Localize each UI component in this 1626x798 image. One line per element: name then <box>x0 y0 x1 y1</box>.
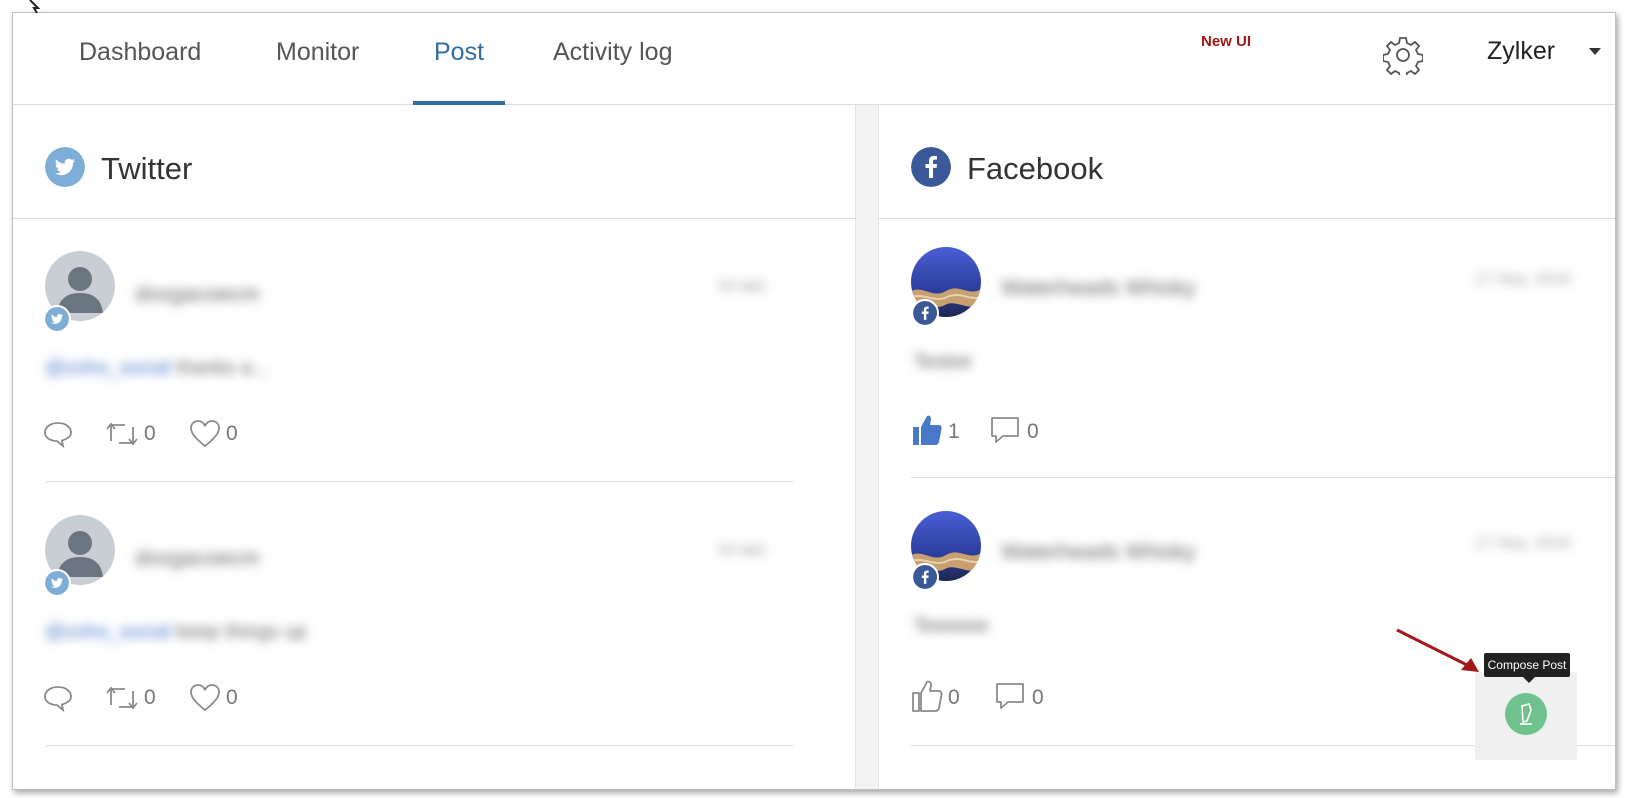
compose-post-button[interactable] <box>1505 693 1547 735</box>
tooltip-pointer <box>1523 677 1535 683</box>
facebook-header: Facebook <box>879 105 1615 219</box>
post-divider <box>45 745 793 746</box>
column-gutter <box>855 105 879 789</box>
comment-icon[interactable] <box>989 415 1021 445</box>
twitter-column: Twitter doxgacoecm 1d ago @zoho_social t… <box>13 105 855 789</box>
post-text: thanks a... <box>176 357 269 379</box>
retweet-count: 0 <box>144 422 156 445</box>
comment-count: 0 <box>1027 420 1039 443</box>
reply-icon[interactable] <box>43 683 73 713</box>
chevron-down-icon[interactable] <box>1589 48 1601 55</box>
facebook-post: Waterheads Whisky 17 Sep, 2019 Testee 1 … <box>879 219 1615 483</box>
twitter-logo-icon <box>45 147 85 187</box>
post-author[interactable]: doxgacoecm <box>135 545 260 571</box>
like-count: 0 <box>226 686 238 709</box>
thumbs-up-filled-icon[interactable] <box>911 413 943 447</box>
twitter-badge-icon <box>43 569 71 597</box>
facebook-badge-icon <box>911 563 939 591</box>
post-timestamp: 1d ago <box>717 277 766 294</box>
app-frame: Dashboard Monitor Post Activity log New … <box>12 12 1616 790</box>
post-author[interactable]: doxgacoecm <box>135 281 260 307</box>
comment-icon[interactable] <box>994 681 1026 711</box>
facebook-title: Facebook <box>967 151 1104 186</box>
heart-icon[interactable] <box>189 419 221 449</box>
post-timestamp: 17 Sep, 2019 <box>1475 271 1571 288</box>
post-divider <box>45 481 793 482</box>
twitter-title: Twitter <box>101 151 193 186</box>
post-mention[interactable]: @zoho_social <box>45 621 171 643</box>
facebook-badge-icon <box>911 299 939 327</box>
pen-icon <box>1520 703 1532 725</box>
post-text: Tewwwe <box>913 615 989 637</box>
thumbs-up-icon[interactable] <box>911 679 943 713</box>
annotation-arrow-icon <box>1396 628 1479 672</box>
post-author[interactable]: Waterheads Whisky <box>1001 275 1196 301</box>
post-content: @zoho_social keep things up <box>45 621 307 644</box>
tab-monitor[interactable]: Monitor <box>276 13 359 105</box>
post-text: Testee <box>913 351 972 373</box>
gear-icon[interactable] <box>1383 35 1423 75</box>
cursor-icon <box>29 0 41 14</box>
retweet-icon[interactable] <box>105 683 139 713</box>
like-count: 0 <box>948 686 960 709</box>
post-content: @zoho_social thanks a... <box>45 357 269 380</box>
post-timestamp: 1d ago <box>717 541 766 558</box>
twitter-badge-icon <box>43 305 71 333</box>
retweet-count: 0 <box>144 686 156 709</box>
post-mention[interactable]: @zoho_social <box>45 357 171 379</box>
like-count: 1 <box>948 420 960 443</box>
new-ui-badge[interactable]: New UI <box>1201 33 1251 50</box>
tab-activity-log[interactable]: Activity log <box>553 13 672 105</box>
top-nav: Dashboard Monitor Post Activity log New … <box>13 13 1615 105</box>
facebook-logo-icon <box>911 147 951 187</box>
retweet-icon[interactable] <box>105 419 139 449</box>
twitter-post: doxgacoecm 1d ago @zoho_social thanks a.… <box>13 219 855 483</box>
post-divider <box>911 477 1615 478</box>
heart-icon[interactable] <box>189 683 221 713</box>
post-timestamp: 17 Sep, 2019 <box>1475 535 1571 552</box>
compose-tooltip: Compose Post <box>1484 653 1570 677</box>
like-count: 0 <box>226 422 238 445</box>
tab-post[interactable]: Post <box>434 13 484 105</box>
tab-dashboard[interactable]: Dashboard <box>79 13 201 105</box>
twitter-header: Twitter <box>13 105 855 219</box>
user-menu[interactable]: Zylker <box>1487 37 1555 66</box>
reply-icon[interactable] <box>43 419 73 449</box>
post-text: keep things up <box>176 621 307 643</box>
twitter-post: doxgacoecm 1d ago @zoho_social keep thin… <box>13 483 855 747</box>
comment-count: 0 <box>1032 686 1044 709</box>
post-author[interactable]: Waterheads Whisky <box>1001 539 1196 565</box>
